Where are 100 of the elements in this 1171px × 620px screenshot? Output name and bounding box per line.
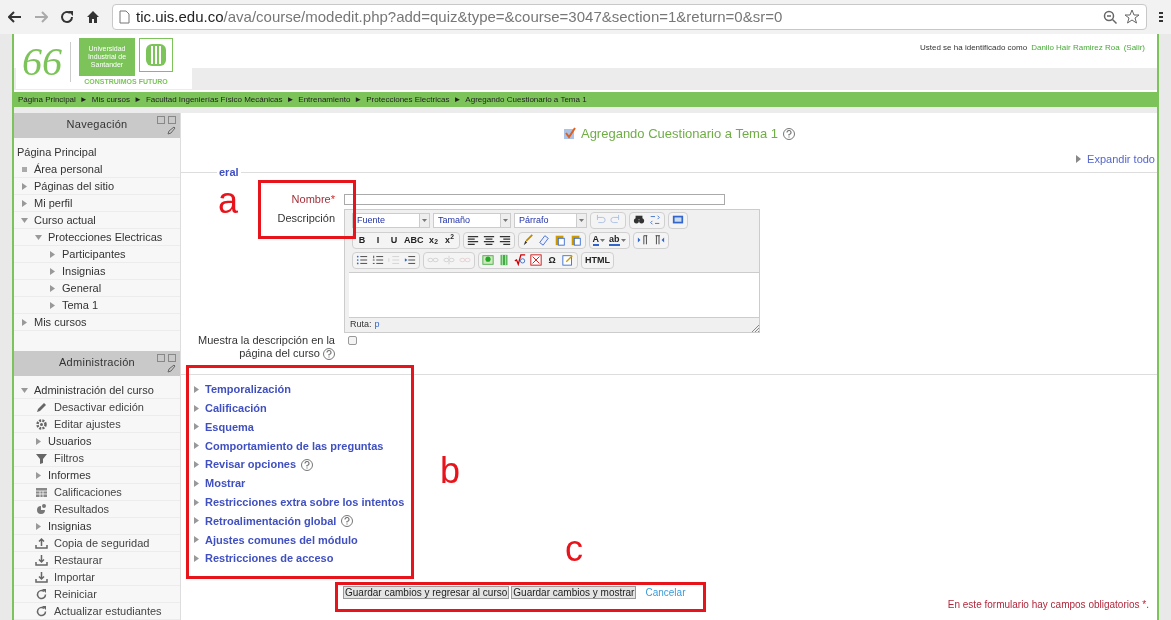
sidebar-link[interactable]: Usuarios — [48, 432, 92, 450]
collapsed-arrow-icon[interactable] — [193, 442, 200, 450]
sidebar-link[interactable]: Área personal — [34, 160, 103, 178]
caret-icon[interactable] — [422, 218, 427, 222]
section-link[interactable]: Restricciones extra sobre los intentos — [205, 493, 405, 511]
save-button[interactable]: Guardar cambios y mostrar — [511, 586, 637, 600]
home-icon[interactable] — [86, 10, 100, 24]
toolbar-button[interactable]: B — [354, 232, 370, 248]
expanded-arrow-icon[interactable] — [21, 386, 28, 394]
expanded-arrow-icon[interactable] — [35, 233, 42, 241]
sidebar-link[interactable]: Editar ajustes — [54, 415, 121, 433]
breadcrumb-link[interactable]: Mis cursos — [91, 93, 130, 106]
checkbox[interactable] — [348, 336, 357, 345]
expand-all-link[interactable]: Expandir todo — [1087, 150, 1155, 167]
collapsed-arrow-icon[interactable] — [49, 301, 56, 309]
sidebar-link[interactable]: Mis cursos — [34, 313, 87, 331]
sidebar-link[interactable]: Curso actual — [34, 211, 96, 229]
collapsed-arrow-icon[interactable] — [21, 199, 28, 207]
pencil-icon[interactable] — [167, 364, 176, 373]
sidebar-link[interactable]: Calificaciones — [54, 483, 122, 501]
toolbar-button[interactable]: I — [370, 232, 386, 248]
section-link[interactable]: Restricciones de acceso — [205, 550, 334, 567]
collapsed-arrow-icon[interactable] — [49, 250, 56, 258]
collapsed-arrow-icon[interactable] — [1076, 154, 1082, 163]
format-dropdown[interactable]: Tamaño — [433, 212, 511, 228]
collapsed-arrow-icon[interactable] — [49, 284, 56, 292]
sidebar-link[interactable]: Importar — [54, 568, 95, 586]
collapsed-arrow-icon[interactable] — [193, 385, 200, 393]
collapsed-arrow-icon[interactable] — [35, 471, 42, 479]
sidebar-link[interactable]: Reiniciar — [54, 585, 97, 603]
minimize-icon[interactable] — [157, 116, 165, 124]
toolbar-button[interactable]: ab — [607, 232, 628, 248]
collapsed-arrow-icon[interactable] — [193, 517, 200, 525]
sidebar-link[interactable]: Administración del curso — [34, 381, 154, 399]
collapsed-arrow-icon[interactable] — [193, 404, 200, 412]
section-link[interactable]: Mostrar — [205, 475, 246, 492]
sidebar-link[interactable]: Página Principal — [17, 144, 97, 161]
sidebar-link[interactable]: Protecciones Electricas — [48, 228, 163, 246]
section-legend[interactable]: eral — [217, 166, 241, 179]
sidebar-link[interactable]: Desactivar edición — [54, 398, 144, 416]
sidebar-link[interactable]: Restaurar — [54, 551, 103, 569]
format-dropdown[interactable]: Párrafo — [514, 212, 587, 228]
sidebar-link[interactable]: Copia de seguridad — [54, 534, 150, 552]
help-icon[interactable] — [323, 348, 335, 361]
collapsed-arrow-icon[interactable] — [21, 318, 28, 326]
resize-handle-icon[interactable] — [751, 324, 759, 332]
sidebar-link[interactable]: Informes — [48, 466, 91, 484]
toolbar-button[interactable]: HTML — [583, 252, 612, 268]
back-arrow-icon[interactable] — [8, 11, 22, 23]
reload-icon[interactable] — [60, 10, 74, 24]
path-link[interactable]: p — [374, 318, 380, 332]
collapsed-arrow-icon[interactable] — [21, 182, 28, 190]
sidebar-link[interactable]: Tema 1 — [62, 296, 99, 314]
sidebar-link[interactable]: Páginas del sitio — [34, 177, 115, 195]
toolbar-button[interactable]: x$^{2}$ — [441, 232, 458, 248]
section-link[interactable]: Calificación — [205, 399, 267, 417]
sidebar-link[interactable]: Participantes — [62, 245, 126, 263]
sidebar-link[interactable]: Filtros — [54, 449, 84, 467]
toolbar-button[interactable]: ABC — [402, 232, 426, 248]
address-bar[interactable]: tic.uis.edu.co/ava/course/modedit.php?add=quiz&type=&course=3047&section=1&return=0&sr=0 — [112, 4, 1147, 30]
save-button[interactable]: Guardar cambios y regresar al curso — [343, 586, 510, 600]
breadcrumb-link[interactable]: Entrenamiento — [298, 93, 351, 106]
collapsed-arrow-icon[interactable] — [193, 555, 200, 563]
section-link[interactable]: Retroalimentación global — [205, 512, 337, 530]
section-link[interactable]: Ajustes comunes del módulo — [205, 531, 358, 548]
toolbar-button[interactable]: Ω — [544, 252, 560, 268]
collapsed-arrow-icon[interactable] — [193, 423, 200, 431]
toolbar-button[interactable]: A — [590, 232, 607, 248]
zoom-out-icon[interactable] — [1103, 9, 1118, 25]
caret-icon[interactable] — [579, 218, 584, 222]
collapsed-arrow-icon[interactable] — [193, 498, 200, 506]
sidebar-link[interactable]: Mi perfil — [34, 194, 73, 212]
editor-text-area[interactable] — [349, 272, 759, 318]
sidebar-link[interactable]: General — [62, 279, 102, 297]
collapsed-arrow-icon[interactable] — [49, 267, 56, 275]
toolbar-button[interactable]: U — [386, 232, 402, 248]
rich-text-editor[interactable]: Fuente Tamaño Párrafo B I U ABC x$_{2}$ x$^{2}$ A ab Ω HTML Ruta: p — [344, 209, 760, 333]
forward-arrow-icon[interactable] — [34, 11, 48, 23]
breadcrumb-link[interactable]: Página Principal — [18, 93, 76, 106]
collapsed-arrow-icon[interactable] — [35, 522, 42, 530]
breadcrumb-link[interactable]: Protecciones Electricas — [366, 93, 450, 106]
dock-icon[interactable] — [168, 116, 176, 124]
menu-icon[interactable] — [1159, 11, 1163, 23]
sidebar-link[interactable]: Insignias — [48, 517, 92, 535]
sidebar-link[interactable]: Insignias — [62, 262, 106, 280]
name-field[interactable] — [344, 193, 725, 205]
minimize-icon[interactable] — [157, 354, 165, 362]
collapsed-arrow-icon[interactable] — [193, 536, 200, 544]
pencil-icon[interactable] — [167, 126, 176, 135]
collapsed-arrow-icon[interactable] — [35, 437, 42, 445]
section-link[interactable]: Comportamiento de las preguntas — [205, 437, 384, 455]
collapsed-arrow-icon[interactable] — [193, 479, 200, 487]
star-icon[interactable] — [1124, 9, 1140, 25]
section-link[interactable]: Temporalización — [205, 381, 291, 398]
format-dropdown[interactable]: Fuente — [352, 212, 430, 228]
expanded-arrow-icon[interactable] — [21, 216, 28, 224]
sidebar-link[interactable]: Actualizar estudiantes — [54, 602, 162, 620]
breadcrumb-link[interactable]: Facultad Ingenierías Físico Mecánicas — [145, 93, 283, 106]
caret-icon[interactable] — [600, 238, 605, 242]
caret-icon[interactable] — [620, 238, 626, 242]
